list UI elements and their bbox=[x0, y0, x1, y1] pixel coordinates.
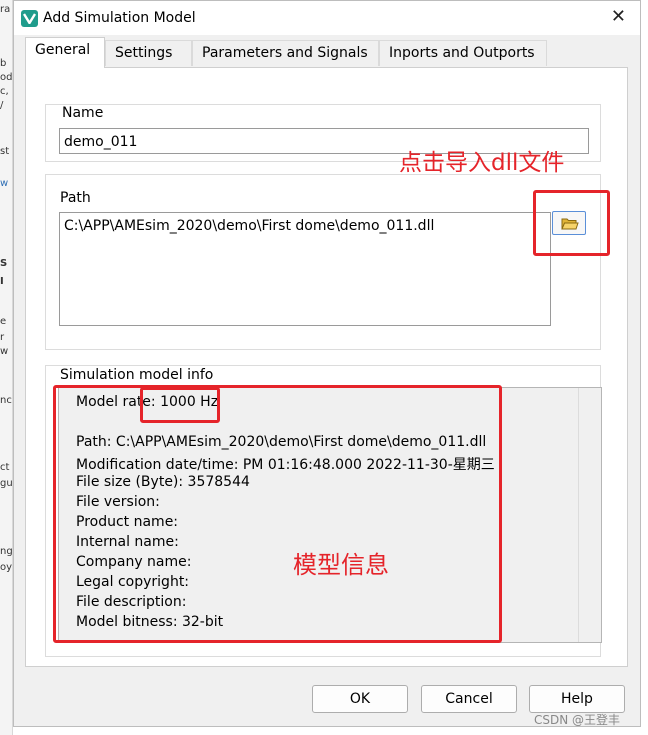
background-text: ra bbox=[0, 4, 11, 15]
background-window-strip: ra b od c, / st w S I e r w nc ct gu ng … bbox=[0, 0, 13, 735]
tab-parameters-and-signals[interactable]: Parameters and Signals bbox=[192, 40, 379, 66]
watermark: CSDN @王登丰 bbox=[534, 713, 621, 727]
background-text: / bbox=[0, 100, 4, 111]
info-label: Simulation model info bbox=[57, 367, 217, 383]
help-button[interactable]: Help bbox=[529, 685, 625, 713]
background-text: S bbox=[0, 258, 8, 269]
background-text: c, bbox=[0, 86, 9, 97]
title-bar[interactable]: Add Simulation Model ✕ bbox=[14, 1, 640, 35]
annotation-box-model-info bbox=[53, 385, 502, 643]
path-label: Path bbox=[57, 190, 94, 206]
dialog-title: Add Simulation Model bbox=[43, 10, 196, 26]
background-text: st bbox=[0, 146, 10, 157]
annotation-box-browse bbox=[533, 190, 610, 256]
close-icon[interactable]: ✕ bbox=[611, 7, 626, 27]
background-text: ct bbox=[0, 462, 10, 473]
background-text: od bbox=[0, 72, 13, 83]
background-text: I bbox=[0, 276, 4, 287]
background-text: r bbox=[0, 332, 5, 343]
annotation-import-dll: 点击导入dll文件 bbox=[399, 150, 565, 176]
info-scrollbar[interactable] bbox=[578, 388, 601, 642]
path-textarea[interactable]: C:\APP\AMEsim_2020\demo\First dome\demo_… bbox=[59, 212, 551, 326]
annotation-model-info: 模型信息 bbox=[293, 551, 389, 579]
ok-button[interactable]: OK bbox=[312, 685, 408, 713]
cancel-button[interactable]: Cancel bbox=[421, 685, 517, 713]
background-text: oy bbox=[0, 562, 13, 573]
background-text: b bbox=[0, 58, 7, 69]
tab-settings[interactable]: Settings bbox=[105, 40, 192, 66]
background-text: w bbox=[0, 346, 9, 357]
background-text: nc bbox=[0, 395, 12, 406]
tab-general[interactable]: General bbox=[25, 37, 105, 68]
name-label: Name bbox=[59, 105, 107, 121]
background-text: e bbox=[0, 316, 7, 327]
background-text: gu bbox=[0, 478, 13, 489]
app-logo-icon bbox=[21, 10, 38, 27]
tab-inports-and-outports[interactable]: Inports and Outports bbox=[379, 40, 547, 66]
background-text: w bbox=[0, 178, 9, 189]
background-text: ng bbox=[0, 546, 13, 557]
